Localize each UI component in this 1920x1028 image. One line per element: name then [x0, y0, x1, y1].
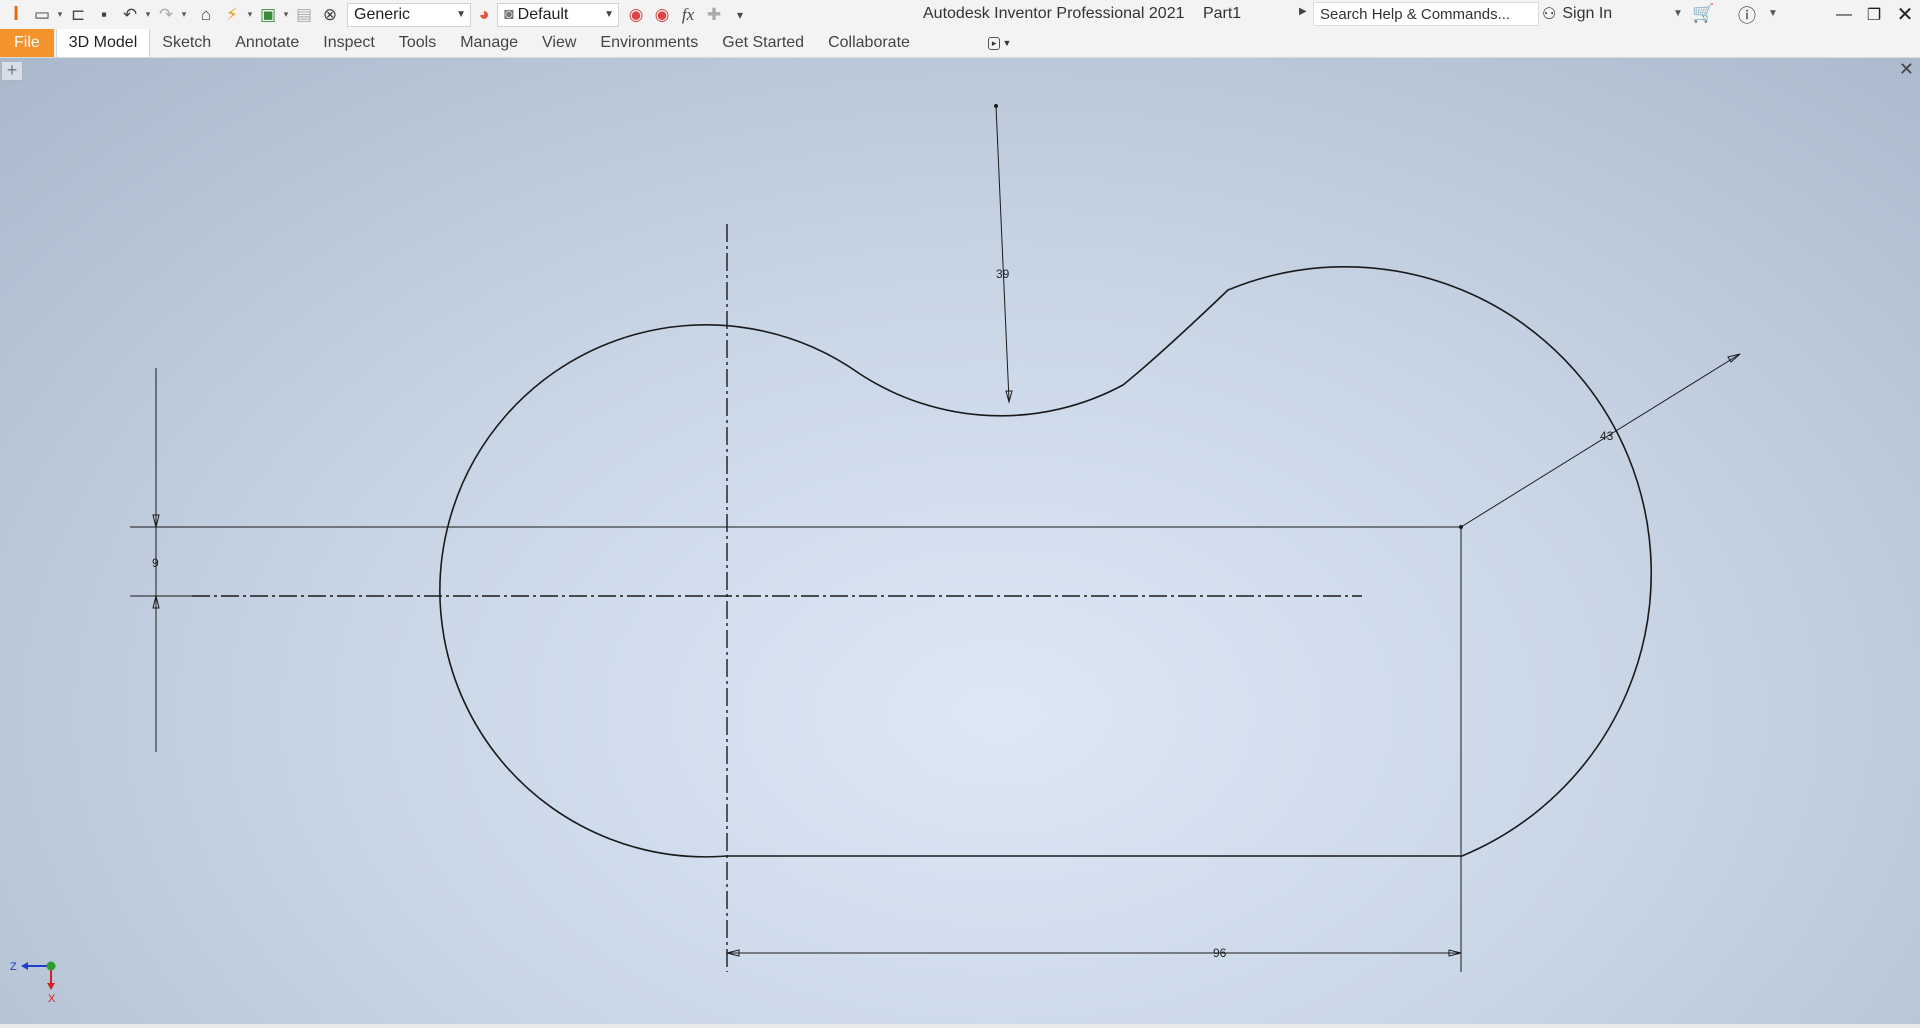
tab-environments[interactable]: Environments: [588, 29, 710, 57]
dimension-anchor-point: [994, 104, 998, 108]
dimension-horizontal-length[interactable]: 96: [1213, 946, 1227, 960]
measure-icon[interactable]: ▣: [255, 2, 281, 28]
view-triad: Z X: [10, 961, 56, 1005]
color-wheel-icon[interactable]: ◕: [471, 2, 497, 28]
ribbon-tabs: File 3D Model Sketch Annotate Inspect To…: [0, 29, 1920, 58]
help-icon[interactable]: ⓘ: [1738, 2, 1756, 28]
material-value: Generic: [354, 5, 411, 23]
help-dropdown-arrow[interactable]: ▼: [1768, 8, 1778, 19]
ribbon-toggle-icon: ▸: [987, 36, 1001, 50]
tab-3d-model[interactable]: 3D Model: [55, 29, 151, 57]
window-title: Autodesk Inventor Professional 2021 Part…: [923, 5, 1255, 23]
z-axis-label: Z: [10, 961, 17, 973]
minimize-icon[interactable]: —: [1829, 0, 1859, 29]
fx-parameters-icon[interactable]: fx: [675, 2, 701, 28]
restore-icon[interactable]: ❐: [1859, 0, 1889, 29]
chevron-down-icon: ▼: [604, 8, 614, 20]
tab-sketch[interactable]: Sketch: [150, 29, 223, 57]
appearance-value: Default: [517, 5, 569, 23]
tab-collaborate[interactable]: Collaborate: [816, 29, 922, 57]
status-bar: [0, 1024, 1920, 1028]
update-dropdown-arrow[interactable]: ▾: [245, 9, 255, 20]
clear-appearance-icon[interactable]: ⊗: [317, 2, 343, 28]
tab-get-started[interactable]: Get Started: [710, 29, 816, 57]
tab-annotate[interactable]: Annotate: [223, 29, 311, 57]
dimension-arc-radius-top[interactable]: 39: [996, 267, 1010, 281]
tab-view[interactable]: View: [530, 29, 588, 57]
dimension-line[interactable]: [995, 105, 1010, 401]
tab-inspect[interactable]: Inspect: [311, 29, 387, 57]
user-icon: ⚇: [1542, 6, 1557, 23]
cart-icon[interactable]: 🛒: [1692, 3, 1714, 24]
x-axis-arrow: [47, 983, 55, 990]
home-icon[interactable]: ⌂: [193, 2, 219, 28]
tab-manage[interactable]: Manage: [448, 29, 530, 57]
chevron-down-icon: ▼: [1002, 38, 1012, 48]
visual-style-icon[interactable]: ▤: [291, 2, 317, 28]
search-expand-icon[interactable]: ▶: [1299, 6, 1307, 17]
quick-access-toolbar: I ▭ ▾ ⊏ ▪ ↶ ▾ ↷ ▾ ⌂ ⚡ ▾ ▣ ▾ ▤ ⊗ Generic …: [0, 0, 1920, 29]
search-input[interactable]: Search Help & Commands...: [1313, 2, 1539, 26]
tab-file[interactable]: File: [0, 29, 54, 57]
inventor-window: I ▭ ▾ ⊏ ▪ ↶ ▾ ↷ ▾ ⌂ ⚡ ▾ ▣ ▾ ▤ ⊗ Generic …: [0, 0, 1920, 1028]
material-selector[interactable]: Generic ▼: [347, 2, 471, 27]
redo-icon[interactable]: ↷: [153, 2, 179, 28]
inventor-logo-icon[interactable]: I: [3, 2, 29, 28]
customize-icon[interactable]: ▾: [727, 2, 753, 28]
close-document-icon[interactable]: ✕: [1899, 59, 1914, 80]
adjust-appearance-icon[interactable]: ◉: [623, 2, 649, 28]
document-name: Part1: [1202, 5, 1242, 22]
clear-override-icon[interactable]: ◉: [649, 2, 675, 28]
sketch-profile[interactable]: [439, 265, 1653, 858]
new-dropdown-arrow[interactable]: ▾: [55, 9, 65, 20]
close-icon[interactable]: ✕: [1890, 0, 1920, 29]
measure-dropdown-arrow[interactable]: ▾: [281, 9, 291, 20]
dimension-vertical-offset[interactable]: 9: [152, 556, 159, 570]
chevron-down-icon: ▼: [456, 8, 466, 20]
graphics-canvas[interactable]: 9 39 43 96 + ✕ Z X: [0, 58, 1920, 1024]
sketch-geometry[interactable]: 9 39 43 96: [0, 58, 1920, 1024]
origin-point: [46, 961, 56, 971]
undo-icon[interactable]: ↶: [117, 2, 143, 28]
ribbon-display-options-button[interactable]: ▸ ▼: [987, 29, 1012, 57]
undo-dropdown-arrow[interactable]: ▾: [143, 9, 153, 20]
open-icon[interactable]: ⊏: [65, 2, 91, 28]
new-icon[interactable]: ▭: [29, 2, 55, 28]
redo-dropdown-arrow[interactable]: ▾: [179, 9, 189, 20]
update-icon[interactable]: ⚡: [219, 2, 245, 28]
default-sphere-icon: ◙: [504, 5, 514, 23]
z-axis-arrow: [21, 962, 28, 970]
new-document-tab-button[interactable]: +: [1, 61, 23, 81]
tab-tools[interactable]: Tools: [387, 29, 448, 57]
sign-in-dropdown-arrow[interactable]: ▼: [1673, 8, 1683, 19]
sign-in-button[interactable]: ⚇ Sign In: [1542, 4, 1612, 24]
add-icon[interactable]: ✚: [701, 2, 727, 28]
save-icon[interactable]: ▪: [91, 2, 117, 28]
app-name: Autodesk Inventor Professional 2021: [923, 5, 1185, 22]
appearance-selector[interactable]: ◙ Default ▼: [497, 2, 619, 27]
x-axis-label: X: [48, 993, 56, 1005]
dimension-arc-radius-right[interactable]: 43: [1600, 429, 1614, 443]
sign-in-label: Sign In: [1562, 5, 1613, 22]
